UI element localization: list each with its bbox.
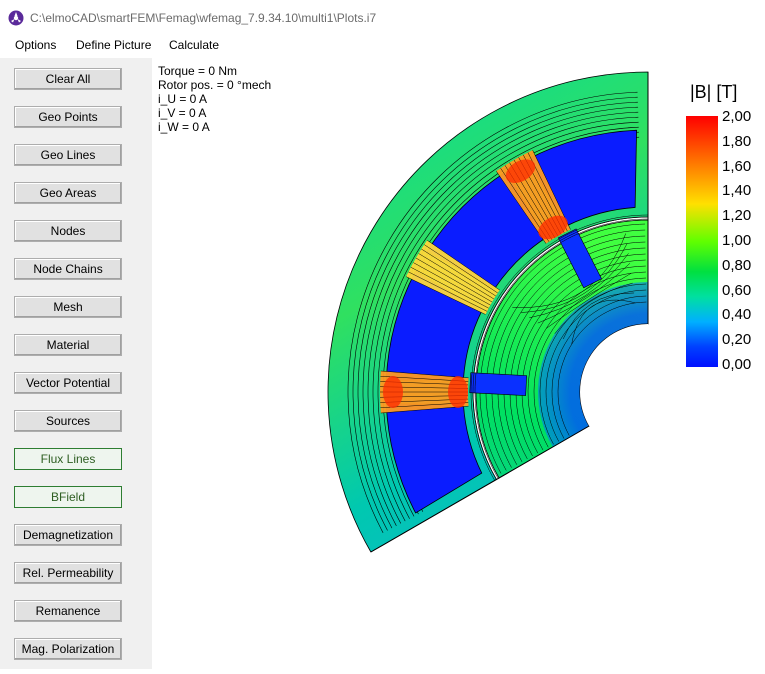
color-scale-bar — [686, 116, 718, 367]
title-bar: C:\elmoCAD\smartFEM\Femag\wfemag_7.9.34.… — [0, 0, 765, 34]
button-bfield[interactable]: BField — [14, 486, 122, 508]
button-sources[interactable]: Sources — [14, 410, 122, 432]
plot-canvas[interactable] — [152, 58, 765, 669]
legend-tick-label: 1,40 — [722, 182, 752, 200]
button-rel-permeability[interactable]: Rel. Permeability — [14, 562, 122, 584]
button-mag-polarization[interactable]: Mag. Polarization — [14, 638, 122, 660]
window-title: C:\elmoCAD\smartFEM\Femag\wfemag_7.9.34.… — [30, 11, 377, 25]
legend-tick-label: 0,60 — [722, 281, 752, 299]
button-geo-points[interactable]: Geo Points — [14, 106, 122, 128]
current-u-label: i_U = 0 A — [158, 92, 208, 106]
button-geo-areas[interactable]: Geo Areas — [14, 182, 122, 204]
saturation-hotspot — [448, 376, 468, 408]
saturation-hotspot — [383, 376, 403, 408]
flux-density-plot[interactable] — [152, 58, 765, 669]
button-nodes[interactable]: Nodes — [14, 220, 122, 242]
legend-tick-label: 1,00 — [722, 232, 752, 249]
app-logo-icon — [8, 10, 24, 26]
legend-tick-label: 1,20 — [722, 207, 752, 225]
button-mesh[interactable]: Mesh — [14, 296, 122, 318]
legend-tick-label: 0,00 — [722, 356, 752, 373]
button-flux-lines[interactable]: Flux Lines — [14, 448, 122, 470]
info-box: Torque = 0 Nm Rotor pos. = 0 °mech i_U =… — [158, 64, 271, 134]
button-material[interactable]: Material — [14, 334, 122, 356]
button-geo-lines[interactable]: Geo Lines — [14, 144, 122, 166]
legend-tick-label: 0,40 — [722, 306, 752, 324]
menu-bar: Options Define Picture Calculate — [0, 34, 765, 58]
legend-tick-label: 1,80 — [722, 132, 752, 150]
torque-label: Torque = 0 Nm — [158, 64, 238, 78]
menu-define-picture[interactable]: Define Picture — [76, 38, 151, 52]
menu-calculate[interactable]: Calculate — [169, 38, 219, 52]
legend-title: |B| [T] — [690, 82, 738, 102]
button-demagnetization[interactable]: Demagnetization — [14, 524, 122, 546]
rotor-position-label: Rotor pos. = 0 °mech — [158, 78, 272, 92]
current-w-label: i_W = 0 A — [158, 120, 210, 134]
legend-tick-label: 0,80 — [722, 256, 752, 274]
legend-tick-label: 0,20 — [722, 331, 752, 349]
current-v-label: i_V = 0 A — [158, 106, 207, 120]
button-node-chains[interactable]: Node Chains — [14, 258, 122, 280]
magnet-pocket — [469, 372, 528, 396]
menu-options[interactable]: Options — [15, 38, 56, 52]
button-remanence[interactable]: Remanence — [14, 600, 122, 622]
legend-tick-label: 2,00 — [722, 108, 752, 125]
button-clear-all[interactable]: Clear All — [14, 68, 122, 90]
button-vector-potential[interactable]: Vector Potential — [14, 372, 122, 394]
motor-geometry — [327, 71, 649, 553]
legend-tick-label: 1,60 — [722, 157, 752, 175]
